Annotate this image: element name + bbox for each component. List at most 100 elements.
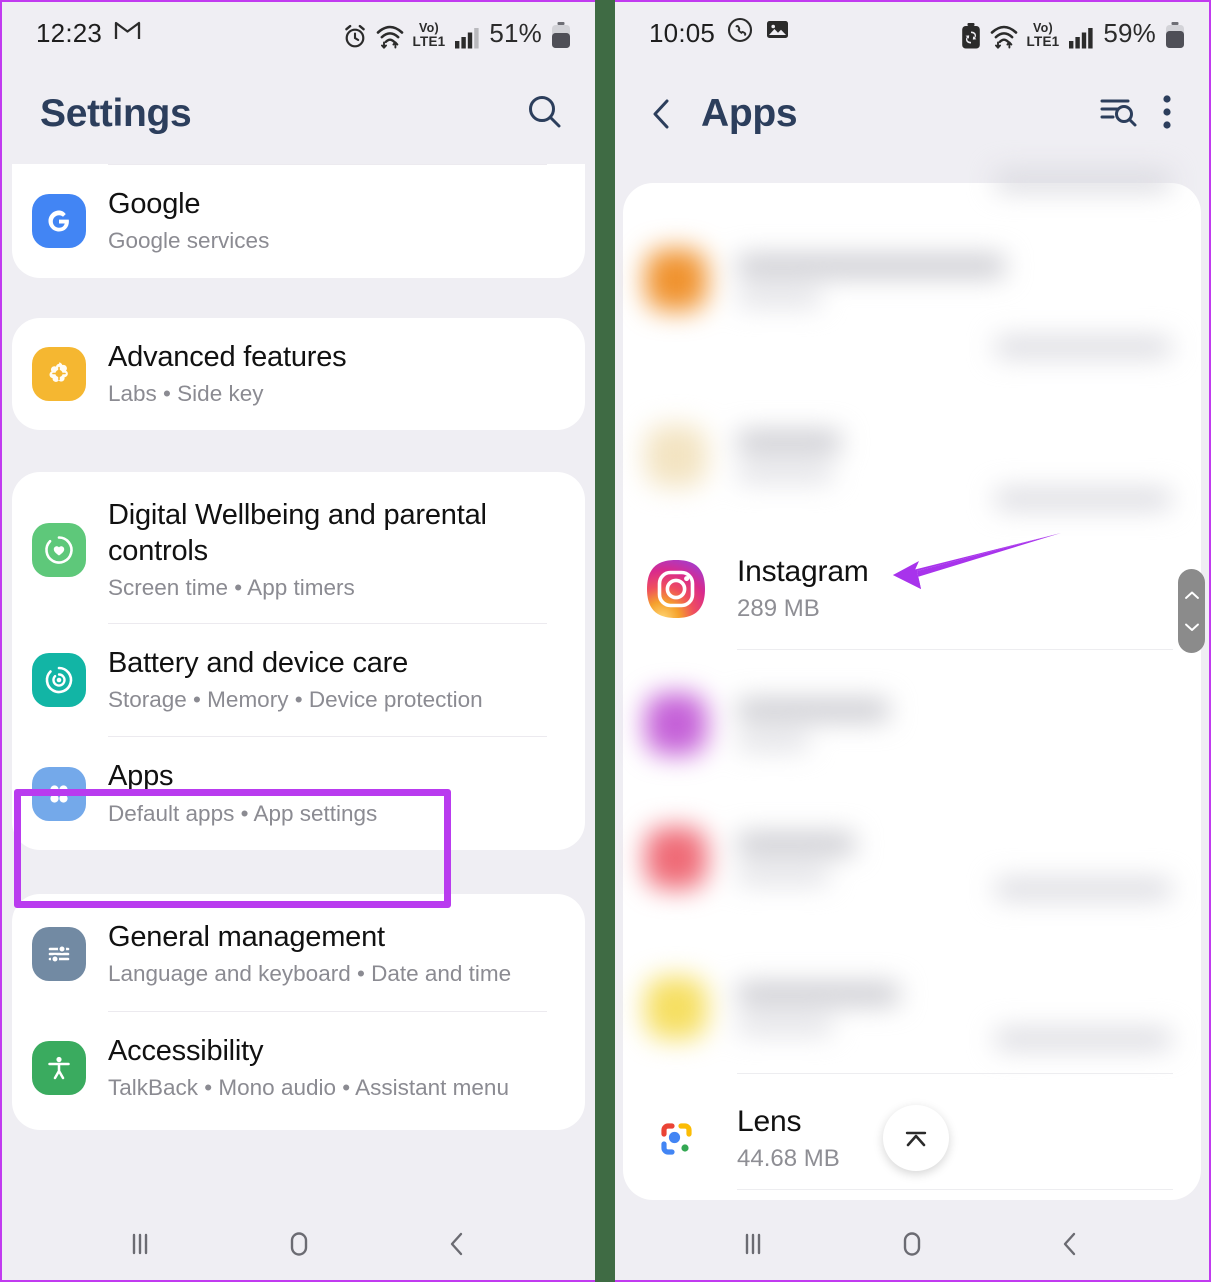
app-size: 289 MB [737, 595, 820, 622]
settings-scroll-area[interactable]: Google Google services Advanced features… [2, 164, 595, 1208]
general-management-icon [32, 927, 86, 982]
left-status-bar: 12:23 Vo) LTE1 51% [2, 2, 595, 64]
app-icon [645, 249, 707, 311]
wifi-icon [990, 24, 1018, 49]
apps-icon [32, 766, 86, 821]
settings-card-group3: Digital Wellbeing and parental controls … [12, 472, 585, 850]
sidebar-item-sublabel: Screen time • App timers [108, 575, 355, 601]
ghost-text [995, 489, 1171, 509]
left-nav-bar [2, 1208, 595, 1280]
gallery-icon [765, 17, 790, 49]
app-icon [645, 827, 707, 889]
recents-icon[interactable] [123, 1227, 157, 1261]
battery-icon [1165, 21, 1185, 49]
row-divider [737, 1189, 1173, 1190]
recents-icon[interactable] [736, 1227, 770, 1261]
home-icon[interactable] [282, 1227, 316, 1261]
sidebar-item-label: General management [108, 920, 385, 953]
settings-card-google: Google Google services [12, 164, 585, 278]
app-size [737, 464, 833, 482]
app-name: Lens [737, 1105, 802, 1138]
ghost-text [995, 171, 1171, 191]
back-icon[interactable] [1054, 1227, 1088, 1261]
list-item[interactable] [615, 425, 1209, 487]
scroll-to-top-button[interactable] [883, 1105, 949, 1171]
sidebar-item-apps[interactable]: Apps Default apps • App settings [12, 737, 585, 850]
advanced-features-icon [32, 347, 86, 402]
search-icon[interactable] [525, 92, 565, 137]
list-item[interactable] [615, 693, 1209, 755]
app-name [737, 430, 841, 453]
battery-percent: 51% [489, 17, 542, 48]
whatsapp-icon [727, 17, 753, 50]
volte-icon: Vo) LTE1 [412, 20, 446, 49]
sidebar-item-advanced-features[interactable]: Advanced features Labs • Side key [12, 318, 585, 431]
app-size: 44.68 MB [737, 1145, 840, 1172]
more-options-icon[interactable] [1161, 92, 1173, 137]
list-item-instagram[interactable]: Instagram 289 MB [615, 555, 1209, 623]
battery-icon [551, 21, 571, 49]
status-time: 12:23 [36, 17, 103, 48]
sidebar-item-sublabel: Google services [108, 228, 270, 254]
sidebar-item-label: Google [108, 188, 201, 220]
signal-icon [454, 26, 480, 49]
sidebar-item-accessibility[interactable]: Accessibility TalkBack • Mono audio • As… [12, 1012, 585, 1131]
app-size [737, 732, 809, 750]
status-time: 10:05 [649, 17, 716, 48]
settings-title-bar: Settings [2, 64, 595, 164]
sidebar-item-google[interactable]: Google Google services [12, 165, 585, 278]
back-chevron-icon[interactable] [639, 91, 685, 137]
ghost-text [995, 879, 1171, 899]
app-name [737, 832, 855, 855]
app-icon [645, 977, 707, 1039]
digital-wellbeing-icon [32, 523, 86, 578]
sidebar-item-sublabel: Default apps • App settings [108, 800, 378, 826]
battery-percent: 59% [1103, 17, 1156, 48]
app-name [737, 254, 1005, 277]
right-nav-bar [615, 1208, 1209, 1280]
sidebar-item-label: Apps [108, 760, 174, 793]
sidebar-item-label: Advanced features [108, 340, 347, 373]
right-status-bar: 10:05 Vo) LTE1 59% [615, 2, 1209, 64]
app-name: Instagram [737, 555, 869, 588]
apps-title-bar: Apps [615, 64, 1209, 164]
volte-icon: Vo) LTE1 [1026, 20, 1060, 49]
app-name [737, 982, 899, 1005]
scroll-thumb[interactable] [1178, 569, 1205, 653]
google-icon [32, 194, 86, 249]
sidebar-item-sublabel: Labs • Side key [108, 381, 264, 407]
sidebar-item-digital-wellbeing[interactable]: Digital Wellbeing and parental controls … [12, 472, 585, 622]
settings-card-advanced: Advanced features Labs • Side key [12, 317, 585, 431]
page-title: Settings [40, 92, 192, 135]
back-icon[interactable] [441, 1227, 475, 1261]
gmail-icon [114, 19, 141, 48]
accessibility-icon [32, 1041, 86, 1096]
sidebar-item-sublabel: Language and keyboard • Date and time [108, 961, 512, 987]
sidebar-item-sublabel: Storage • Memory • Device protection [108, 686, 483, 712]
app-icon [645, 693, 707, 755]
right-phone-panel: 10:05 Vo) LTE1 59% Apps Instagram 289 MB… [615, 0, 1211, 1282]
app-size [737, 288, 821, 306]
home-icon[interactable] [895, 1227, 929, 1261]
row-divider [737, 1073, 1173, 1074]
battery-care-icon [32, 652, 86, 707]
screenshot-stage: 12:23 Vo) LTE1 51% Settings Google Googl… [0, 0, 1211, 1282]
app-size [737, 866, 829, 884]
sidebar-item-label: Digital Wellbeing and parental controls [108, 499, 487, 567]
app-name [737, 698, 889, 721]
sidebar-item-general-management[interactable]: General management Language and keyboard… [12, 894, 585, 1011]
ghost-text [995, 337, 1171, 357]
wifi-icon [376, 24, 404, 49]
list-item[interactable] [615, 249, 1209, 311]
google-lens-icon [645, 1108, 707, 1170]
row-divider [737, 649, 1173, 650]
sidebar-item-label: Battery and device care [108, 646, 409, 679]
signal-icon [1068, 26, 1094, 49]
battery-saver-icon [961, 22, 981, 49]
instagram-icon [645, 558, 707, 620]
page-title: Apps [701, 92, 798, 135]
sidebar-item-battery-device-care[interactable]: Battery and device care Storage • Memory… [12, 624, 585, 737]
sidebar-item-sublabel: TalkBack • Mono audio • Assistant menu [108, 1075, 509, 1101]
apps-scroll-area[interactable]: Instagram 289 MB Lens 44.68 MB [615, 171, 1209, 1208]
sort-search-icon[interactable] [1097, 94, 1139, 135]
